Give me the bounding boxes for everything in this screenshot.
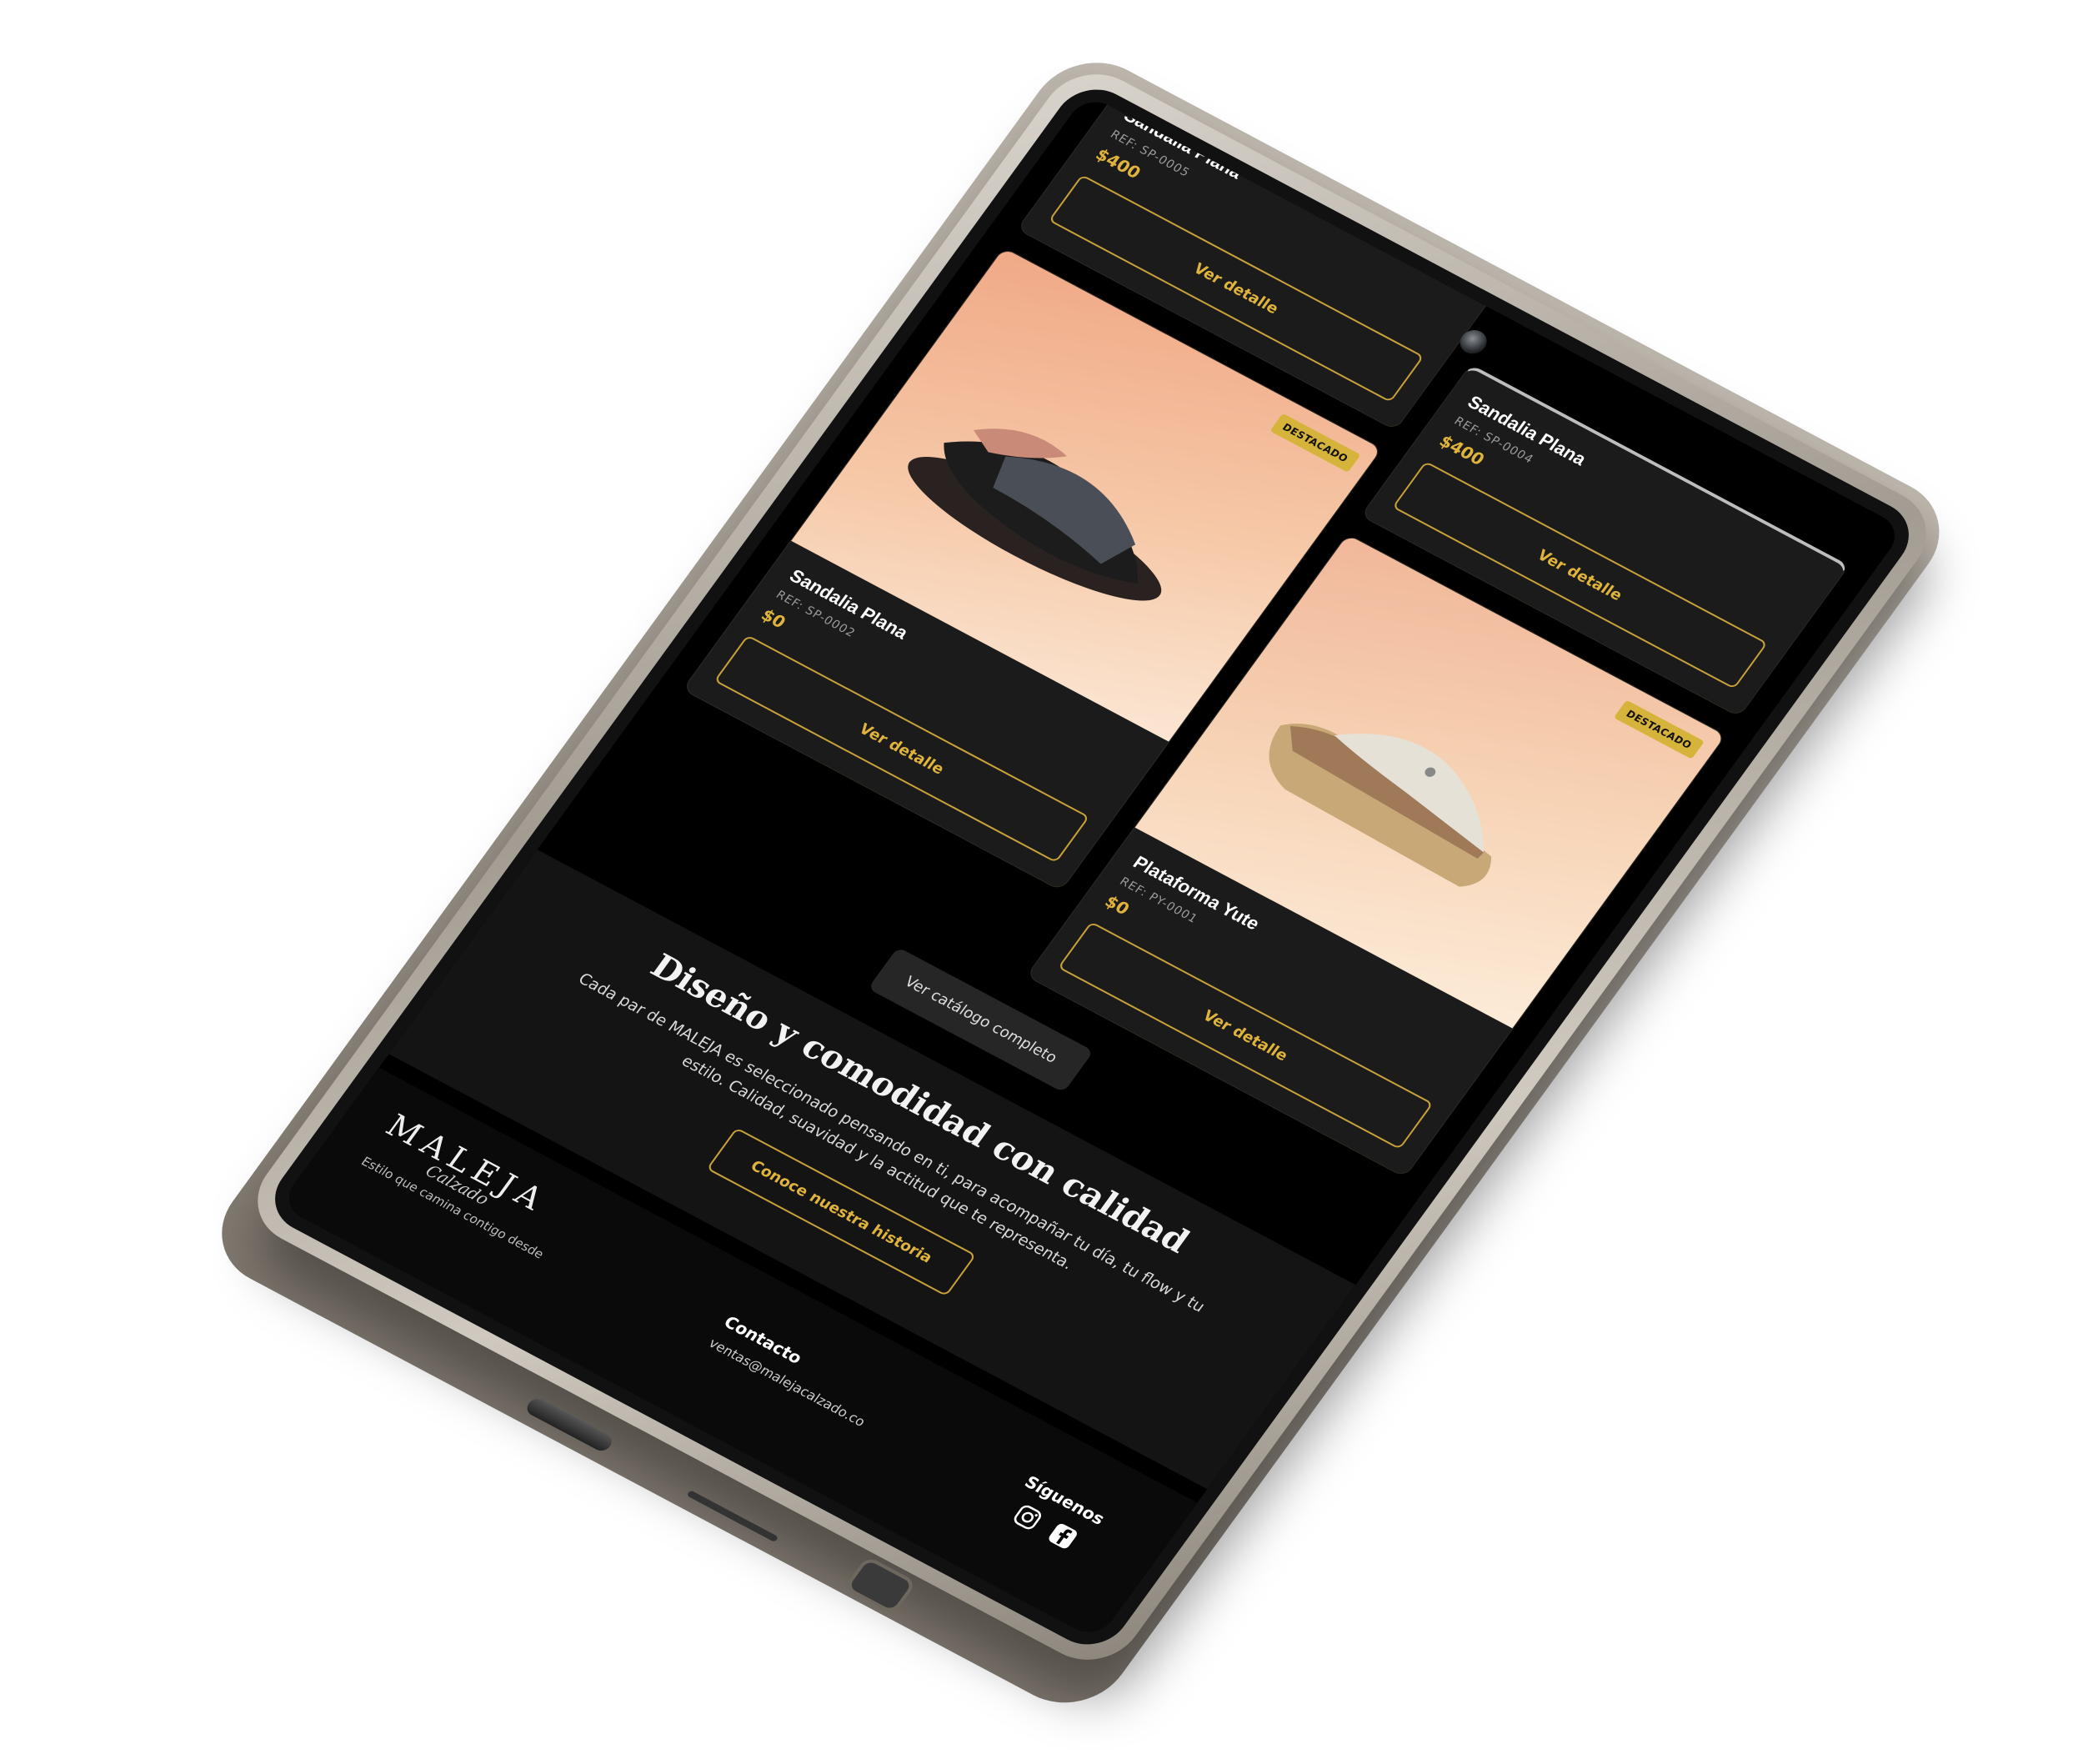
platform-sandal-image: [1269, 723, 1492, 887]
phone-device: Sandalia Plana REF: SP-0005 $400 Ver det…: [197, 42, 1965, 1724]
featured-badge: DESTACADO: [1269, 413, 1361, 473]
instagram-icon[interactable]: [1009, 1501, 1046, 1534]
featured-badge: DESTACADO: [1613, 699, 1705, 759]
flat-sandal-image: [908, 428, 1162, 601]
facebook-icon[interactable]: [1044, 1520, 1081, 1552]
